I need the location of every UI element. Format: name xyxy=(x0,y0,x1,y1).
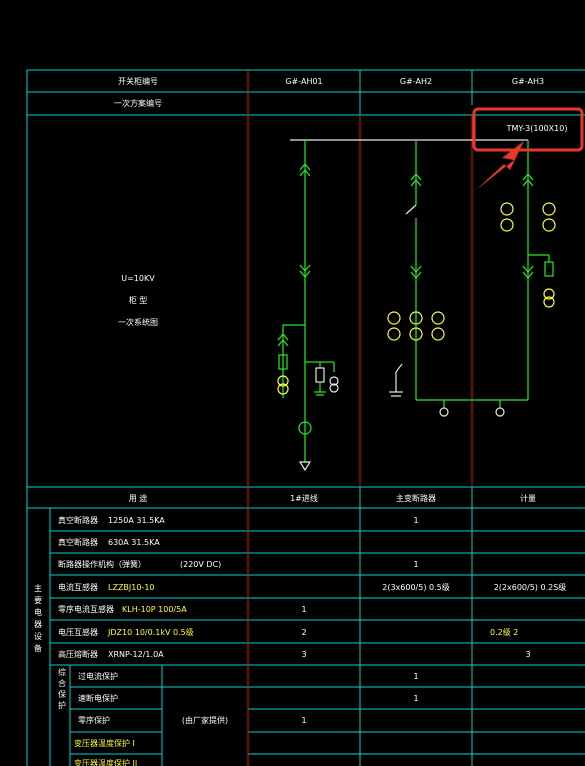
row-spec: XRNP-12/1.0A xyxy=(108,650,164,659)
busbar-label: TMY-3(100X10) xyxy=(506,124,568,133)
row-name: 电流互感器 xyxy=(58,582,98,592)
usage-label: 用 途 xyxy=(129,493,148,503)
table-grid xyxy=(26,69,585,766)
header-cabinet-label: 开关柜编号 xyxy=(118,76,158,86)
col-header-2: G#-AH2 xyxy=(400,77,432,86)
row-c2: 1 xyxy=(413,516,418,525)
header-scheme-label: 一次方案编号 xyxy=(114,98,162,108)
protection-name: 变压器温度保护 I xyxy=(74,738,135,748)
protection-c2: 1 xyxy=(413,672,418,681)
protection-c1: 1 xyxy=(301,716,306,725)
protection-c2: 1 xyxy=(413,694,418,703)
row-name: 断路器操作机构（弹簧） xyxy=(58,559,146,569)
row-c3: 3 xyxy=(525,650,530,659)
usage-1: 1#进线 xyxy=(290,493,318,503)
row-name: 零序电流互感器 xyxy=(58,604,114,614)
equipment-side-label: 主要电器设备 xyxy=(34,583,43,656)
row-c3: 2(2x600/5) 0.2S级 xyxy=(494,582,567,592)
row-spec: (220V DC) xyxy=(180,560,221,569)
col-header-1: G#-AH01 xyxy=(285,77,322,86)
row-c2: 2(3x600/5) 0.5级 xyxy=(382,582,449,592)
protection-name: 零序保护 xyxy=(78,715,110,725)
protection-name: 变压器温度保护 II xyxy=(74,758,137,766)
row-spec: LZZBJ10-10 xyxy=(108,583,155,592)
protection-name: 过电流保护 xyxy=(78,671,118,681)
usage-2: 主变断路器 xyxy=(396,493,436,503)
row-spec: JDZ10 10/0.1kV 0.5级 xyxy=(107,627,194,637)
protection-group-label: 综合保护 xyxy=(58,667,67,712)
cabinet-type-label: 柜 型 xyxy=(129,295,148,305)
row-name: 真空断路器 xyxy=(58,515,98,525)
row-spec: 1250A 31.5KA xyxy=(108,516,165,525)
row-name: 电压互感器 xyxy=(58,627,98,637)
diagram-label: 一次系统图 xyxy=(118,317,158,327)
protection-name: 速断电保护 xyxy=(78,693,118,703)
equipment-rows: 真空断路器 1250A 31.5KA 1 真空断路器 630A 31.5KA 断… xyxy=(58,515,566,659)
col-header-3: G#-AH3 xyxy=(512,77,544,86)
drawing-canvas: 开关柜编号 一次方案编号 G#-AH01 G#-AH2 G#-AH3 U=10K… xyxy=(26,69,585,766)
row-c1: 1 xyxy=(301,605,306,614)
row-c1: 3 xyxy=(301,650,306,659)
row-c2: 1 xyxy=(413,560,418,569)
row-c3: 0.2级 2 xyxy=(490,627,518,637)
row-c1: 2 xyxy=(301,628,306,637)
protection-rows: 过电流保护 1 速断电保护 1 零序保护 1 变压器温度保护 I 变压器温度保护… xyxy=(74,671,419,766)
single-line-diagram xyxy=(277,139,556,472)
row-spec: 630A 31.5KA xyxy=(108,538,160,547)
voltage-label: U=10KV xyxy=(121,274,155,283)
row-name: 真空断路器 xyxy=(58,537,98,547)
protection-note: (由厂家提供) xyxy=(182,715,228,725)
row-spec: KLH-10P 100/5A xyxy=(122,605,187,614)
usage-3: 计量 xyxy=(520,493,536,503)
row-name: 高压熔断器 xyxy=(58,649,98,659)
